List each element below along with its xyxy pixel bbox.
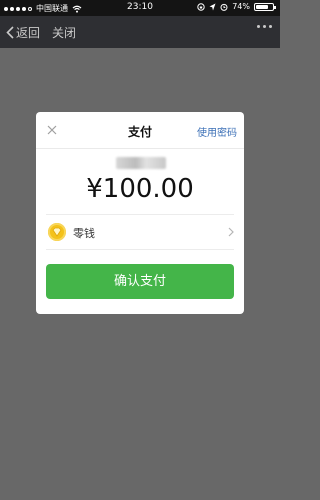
payment-method-row[interactable]: 零钱 — [46, 217, 234, 247]
chevron-left-icon — [6, 26, 14, 39]
status-right: 74% — [197, 2, 276, 11]
more-icon[interactable] — [257, 25, 272, 28]
status-bar: 中国联通 23:10 74% — [0, 0, 280, 16]
battery-icon — [254, 2, 276, 11]
payment-amount: ¥100.00 — [86, 174, 194, 204]
payment-method-label: 零钱 — [73, 227, 95, 240]
confirm-pay-button[interactable]: 确认支付 — [46, 264, 234, 299]
dialog-header: 支付 使用密码 — [36, 112, 244, 149]
divider — [46, 249, 234, 250]
location-icon — [209, 3, 216, 10]
payee-name-blurred — [116, 157, 166, 169]
payment-dialog: 支付 使用密码 ¥100.00 零钱 确认支付 — [36, 112, 244, 314]
close-page-button[interactable]: 关闭 — [52, 24, 76, 41]
rotation-lock-icon — [197, 2, 205, 11]
divider — [46, 214, 234, 215]
back-label: 返回 — [16, 26, 41, 40]
back-button[interactable]: 返回 — [6, 24, 40, 41]
use-password-link[interactable]: 使用密码 — [197, 124, 237, 139]
battery-percent: 74% — [232, 2, 250, 11]
alarm-icon — [220, 3, 228, 11]
coin-icon — [48, 223, 66, 241]
nav-bar: 返回 关闭 — [0, 16, 280, 48]
chevron-right-icon — [228, 227, 234, 237]
